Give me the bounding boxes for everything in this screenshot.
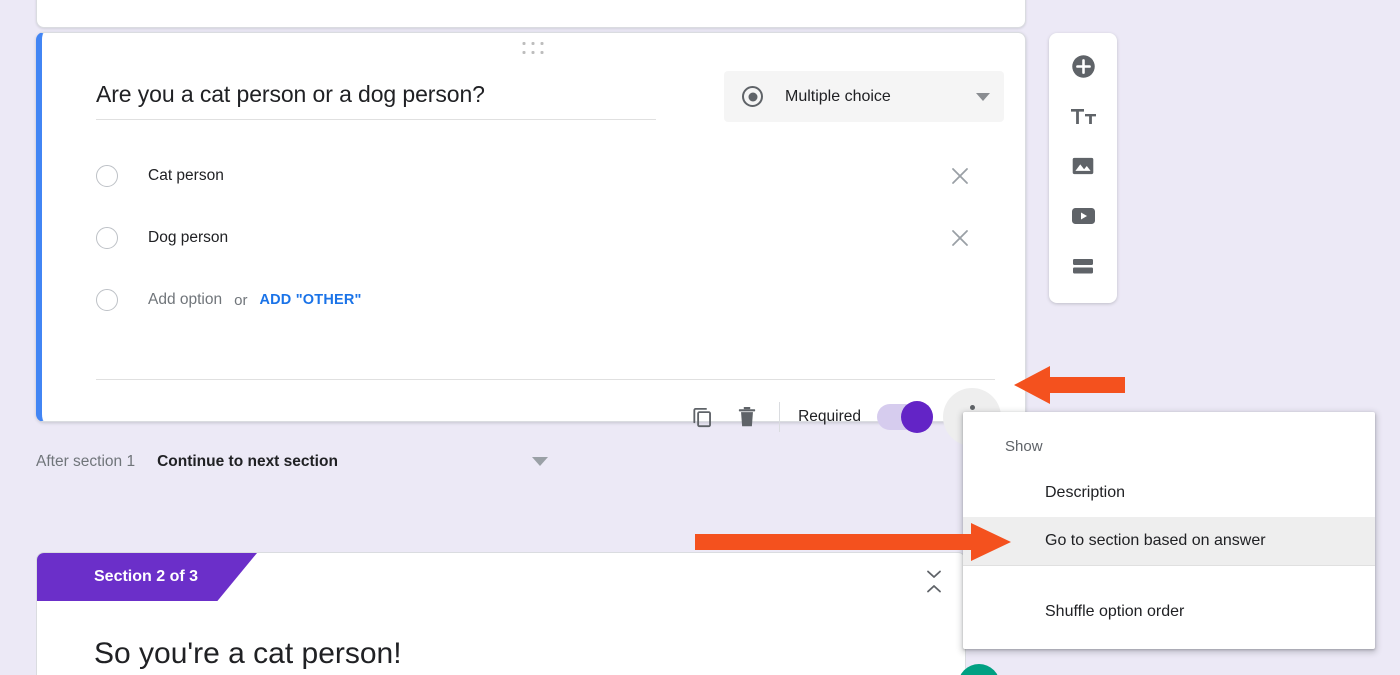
option-row[interactable]: Dog person (96, 207, 995, 269)
add-other-button[interactable]: ADD "OTHER" (259, 292, 361, 308)
trash-delete-icon[interactable] (725, 395, 769, 439)
radio-unselected-icon (96, 227, 118, 249)
chevron-down-icon (927, 570, 941, 578)
option-row[interactable]: Cat person (96, 145, 995, 207)
question-footer-toolbar: Required (681, 388, 1001, 446)
close-x-icon[interactable] (949, 165, 971, 187)
footer-divider-vertical (779, 402, 781, 432)
section-collapse-toggle[interactable] (921, 561, 947, 601)
question-title-field[interactable]: Are you a cat person or a dog person? (96, 81, 656, 120)
menu-item-description[interactable]: Description (963, 469, 1375, 517)
add-circle-plus-icon[interactable] (1063, 49, 1103, 83)
arrow-pointing-to-go-to-section (695, 521, 1015, 563)
add-option-row[interactable]: Add option or ADD "OTHER" (96, 269, 995, 331)
question-title-text: Are you a cat person or a dog person? (96, 81, 656, 120)
radio-button-icon (742, 86, 763, 107)
add-option-label[interactable]: Add option (148, 291, 222, 309)
previous-question-card[interactable] (36, 0, 1026, 28)
image-photo-icon[interactable] (1063, 149, 1103, 183)
options-list: Cat person Dog person Add option or ADD … (96, 145, 995, 331)
section-banner: Section 2 of 3 (37, 553, 257, 601)
duplicate-copy-icon[interactable] (681, 395, 725, 439)
forms-editor-screen: Are you a cat person or a dog person? Mu… (0, 0, 1400, 675)
menu-item-go-to-section[interactable]: Go to section based on answer (963, 517, 1375, 565)
question-type-label: Multiple choice (785, 87, 891, 105)
chevron-down-icon[interactable] (976, 92, 990, 101)
menu-section-header: Show (1005, 438, 1043, 455)
required-toggle[interactable] (877, 401, 933, 433)
arrow-pointing-to-more-options (1010, 364, 1125, 406)
insert-toolbar (1049, 33, 1117, 303)
option-label[interactable]: Dog person (148, 229, 228, 247)
section-title-text[interactable]: So you're a cat person! (94, 637, 402, 671)
after-section-label: After section 1 (36, 453, 136, 470)
section-2-card[interactable]: Section 2 of 3 So you're a cat person! (36, 552, 966, 675)
question-type-select[interactable]: Multiple choice (724, 71, 1004, 122)
video-play-icon[interactable] (1063, 199, 1103, 233)
footer-divider (96, 379, 995, 380)
add-option-or-text: or (234, 291, 248, 309)
option-label[interactable]: Cat person (148, 167, 224, 185)
drag-handle-dots-icon[interactable] (522, 42, 545, 56)
after-section-value[interactable]: Continue to next section (157, 453, 338, 471)
question-card[interactable]: Are you a cat person or a dog person? Mu… (36, 32, 1026, 446)
radio-unselected-icon (96, 165, 118, 187)
more-options-menu: Show Description Go to section based on … (963, 412, 1375, 649)
menu-item-shuffle-option-order[interactable]: Shuffle option order (963, 588, 1375, 636)
title-text-tt-icon[interactable] (1063, 99, 1103, 133)
caret-down-icon[interactable] (532, 457, 548, 466)
section-bars-icon[interactable] (1063, 249, 1103, 283)
menu-divider (963, 565, 1375, 566)
required-label: Required (798, 408, 861, 425)
close-x-icon[interactable] (949, 227, 971, 249)
toggle-knob (901, 401, 933, 433)
chevron-up-icon (927, 584, 941, 592)
after-section-row[interactable]: After section 1 Continue to next section (36, 443, 596, 481)
radio-unselected-icon (96, 289, 118, 311)
